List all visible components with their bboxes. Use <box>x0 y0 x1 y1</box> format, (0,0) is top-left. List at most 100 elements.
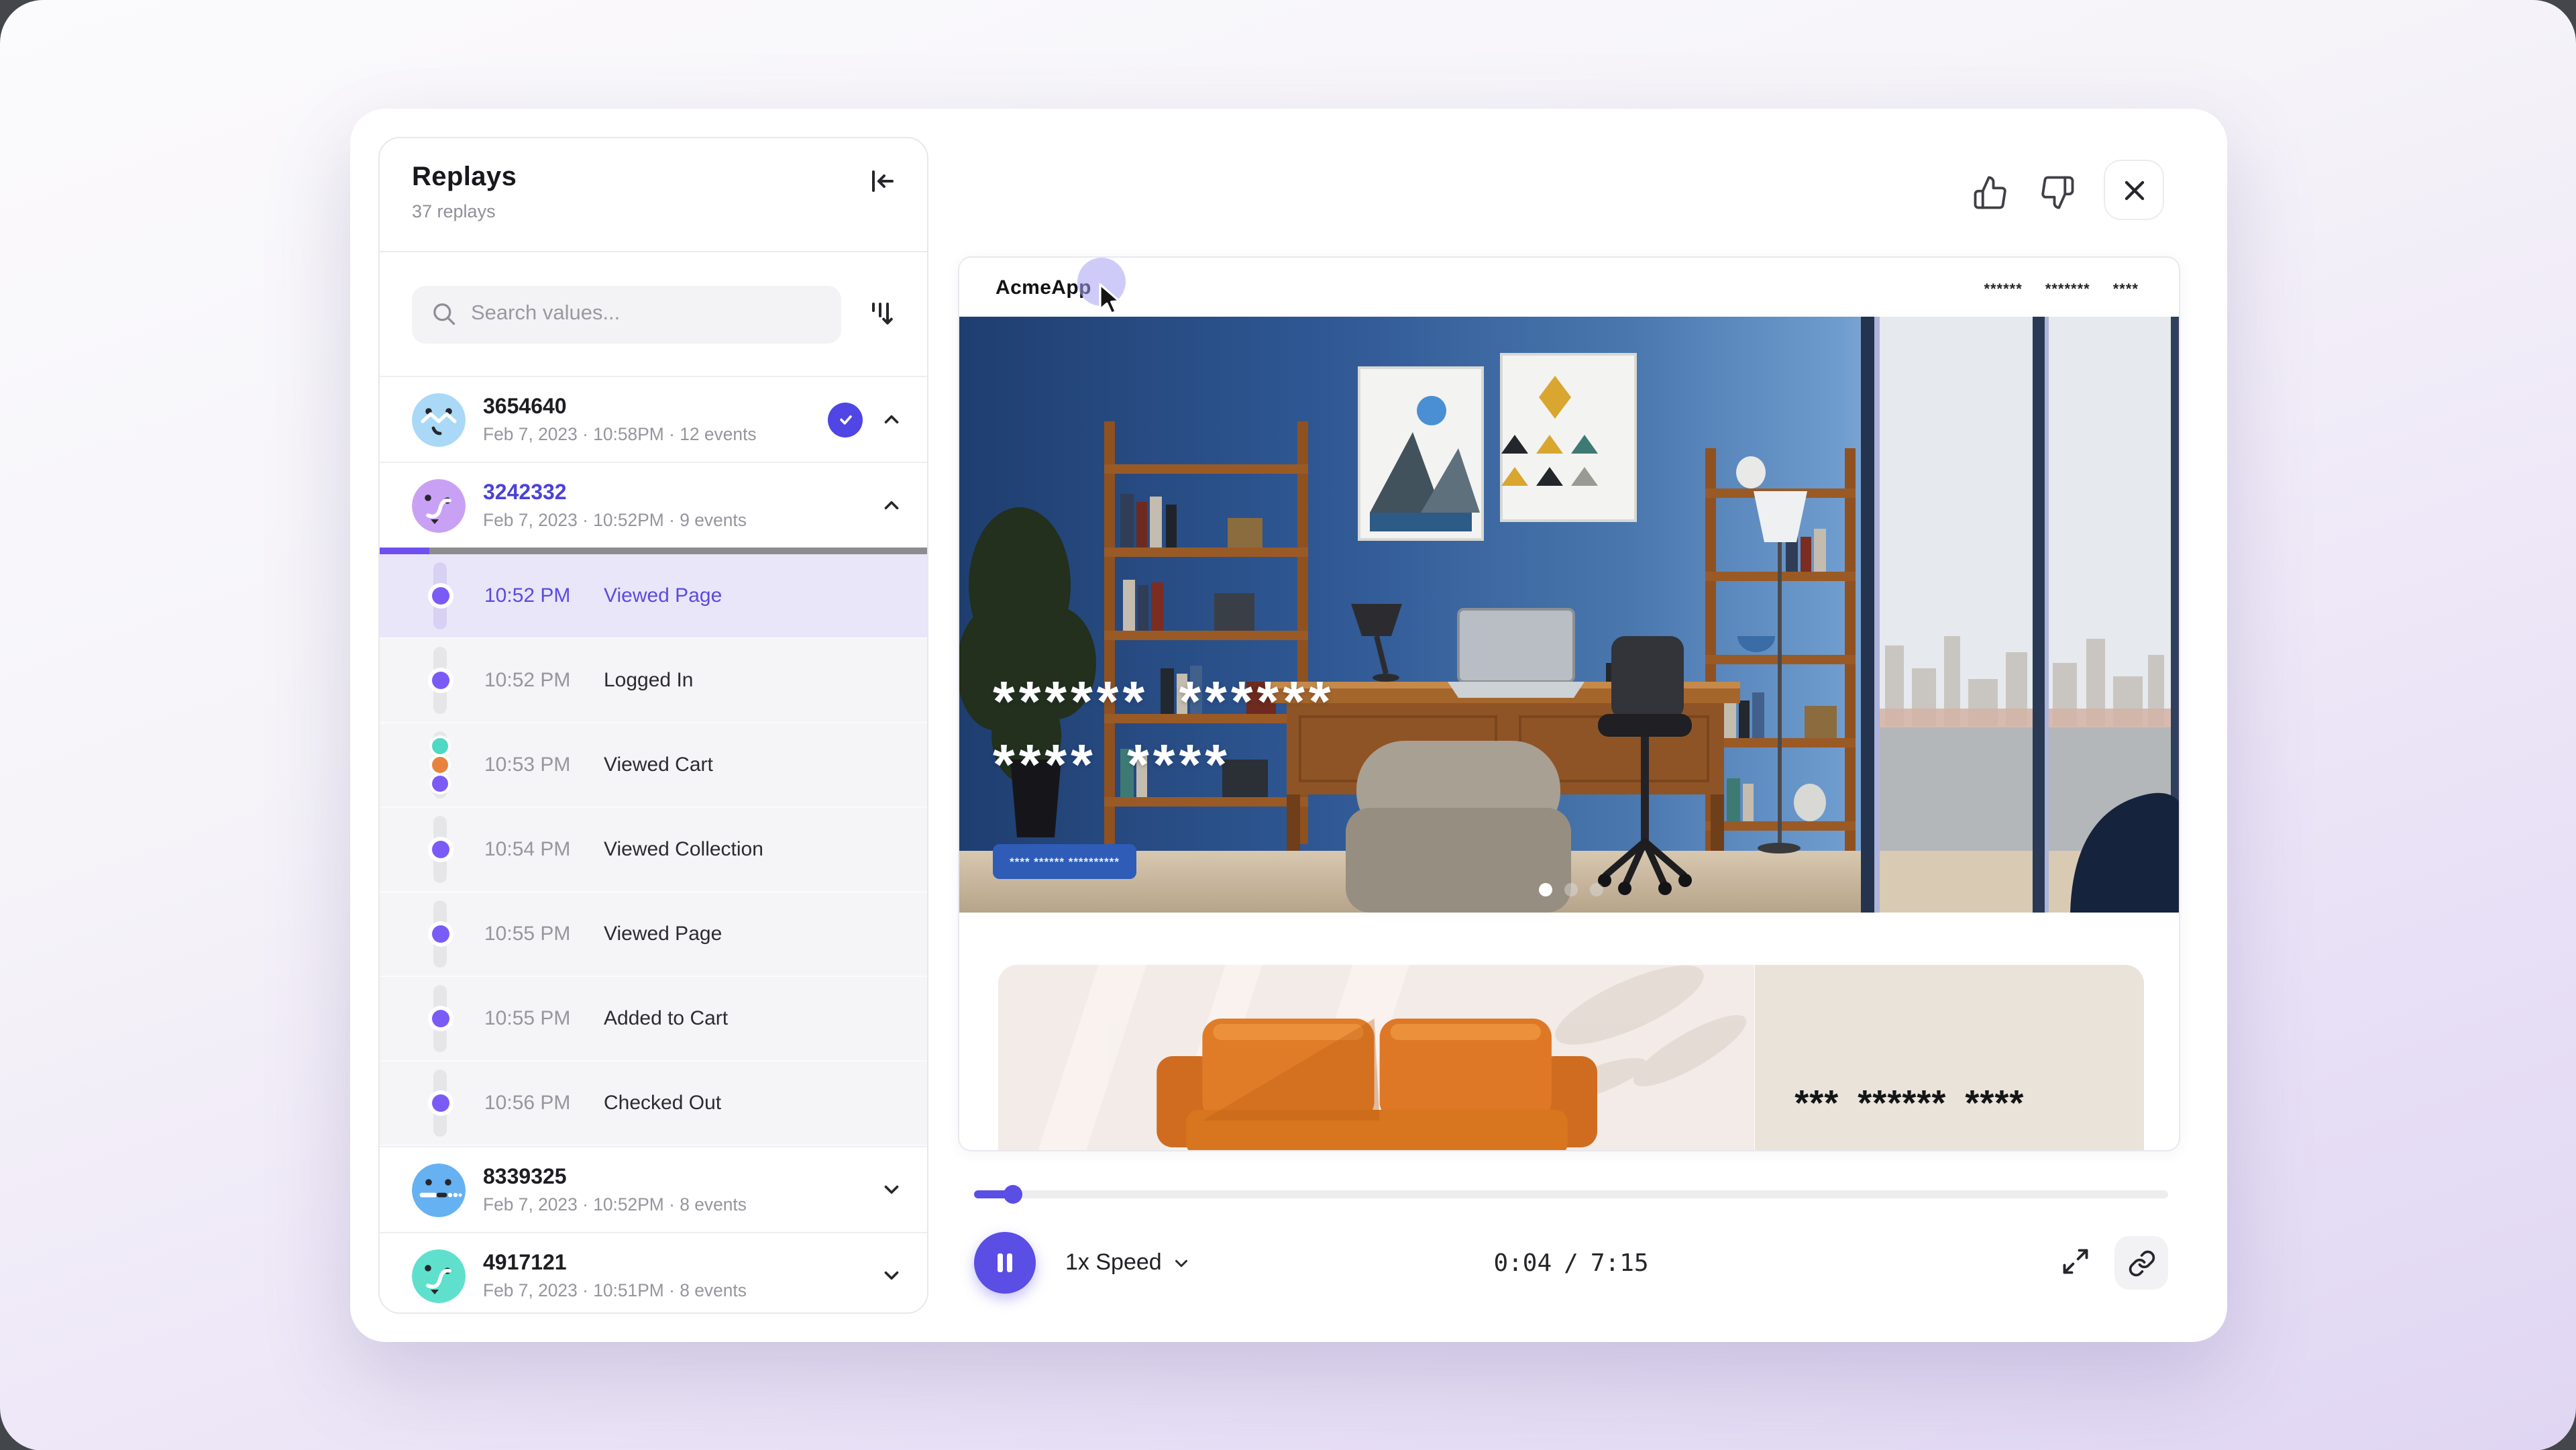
product-card: *** ****** **** <box>998 965 2144 1151</box>
event-time: 10:55 PM <box>484 1007 570 1030</box>
home-office-photo-illustration <box>959 317 2180 913</box>
thumbs-up-button[interactable] <box>1970 171 2011 209</box>
replay-count: 37 replays <box>412 201 517 221</box>
session-id: 3654640 <box>483 395 810 419</box>
check-icon <box>835 409 855 429</box>
masked-hero-line: ****** ****** <box>993 682 1335 722</box>
speed-selector[interactable]: 1x Speed <box>1065 1249 1191 1276</box>
player-controls: 1x Speed 0:04 / 7:15 <box>974 1232 2168 1294</box>
chevron-down-icon <box>1171 1253 1191 1273</box>
search-input[interactable]: Search values... <box>412 285 841 343</box>
link-icon <box>2127 1249 2155 1277</box>
replay-viewport: AcmeApp ****** ******* **** <box>958 256 2180 1151</box>
search-placeholder: Search values... <box>471 302 620 326</box>
time-separator: / <box>1564 1249 1578 1277</box>
playback-scrubber-handle[interactable] <box>1004 1185 1023 1204</box>
masked-nav-item: **** <box>2113 282 2139 298</box>
close-icon <box>2122 178 2146 202</box>
masked-cta-button: **** ****** ********** <box>993 844 1136 879</box>
thumbs-down-button[interactable] <box>2037 171 2078 209</box>
event-row[interactable]: 10:55 PM Added to Cart <box>380 977 927 1061</box>
chevron-down-icon[interactable] <box>880 1178 903 1201</box>
masked-hero-line: **** **** <box>993 745 1335 785</box>
event-timeline: 10:52 PM Viewed Page 10:52 PM Logged In <box>380 554 927 1146</box>
sofa-photo-illustration <box>998 965 1754 1151</box>
event-dot-icon <box>431 738 447 754</box>
watched-check-badge <box>828 402 863 437</box>
event-row[interactable]: 10:55 PM Viewed Page <box>380 892 927 977</box>
app-canvas: Replays 37 replays Search values... <box>0 0 2576 1450</box>
event-label: Viewed Page <box>604 584 722 607</box>
event-row[interactable]: 10:56 PM Checked Out <box>380 1061 927 1146</box>
thumbs-up-icon <box>1972 174 2008 210</box>
avatar <box>412 1249 466 1302</box>
session-meta: Feb 7, 2023 · 10:51PM · 8 events <box>483 1280 863 1300</box>
event-dot-icon <box>431 1094 449 1112</box>
session-meta: Feb 7, 2023 · 10:58PM · 12 events <box>483 423 810 444</box>
event-row[interactable]: 10:53 PM Viewed Cart <box>380 723 927 808</box>
time-current: 0:04 <box>1493 1249 1552 1277</box>
hero-section: ****** ****** **** **** **** ****** ****… <box>959 317 2180 913</box>
chevron-up-icon[interactable] <box>880 494 903 517</box>
event-time: 10:53 PM <box>484 754 570 776</box>
collapse-sidebar-button[interactable] <box>863 162 900 200</box>
masked-nav-item: ******* <box>2045 282 2090 298</box>
search-icon <box>431 301 458 327</box>
player-right-controls <box>2058 1236 2168 1290</box>
close-button[interactable] <box>2104 160 2164 220</box>
event-row[interactable]: 10:52 PM Logged In <box>380 639 927 723</box>
playback-progress-bar[interactable] <box>974 1190 2168 1198</box>
event-dot-icon <box>431 672 449 689</box>
masked-nav-item: ****** <box>1984 282 2022 298</box>
event-label: Viewed Cart <box>604 754 713 776</box>
time-total: 7:15 <box>1591 1249 1649 1277</box>
search-section: Search values... <box>380 252 927 376</box>
masked-hero-heading: ****** ****** **** **** <box>993 682 1335 785</box>
event-time: 10:54 PM <box>484 838 570 861</box>
event-dot-icon <box>431 841 449 858</box>
sort-descending-icon <box>865 298 898 330</box>
event-label: Viewed Collection <box>604 838 763 861</box>
product-card-panel: *** ****** **** <box>1754 965 2144 1151</box>
player-top-actions <box>1970 160 2164 220</box>
masked-card-caption: *** ****** **** <box>1794 1083 2024 1125</box>
event-dot-icon <box>431 757 447 773</box>
carousel-dot <box>1589 883 1603 896</box>
session-row-4917121[interactable]: 4917121 Feb 7, 2023 · 10:51PM · 8 events <box>380 1232 927 1314</box>
session-mini-progress[interactable] <box>380 548 927 554</box>
mouse-cursor-icon <box>1097 283 1128 317</box>
event-time: 10:52 PM <box>484 669 570 692</box>
pause-button[interactable] <box>974 1232 1036 1294</box>
session-row-8339325[interactable]: 8339325 Feb 7, 2023 · 10:52PM · 8 events <box>380 1146 927 1232</box>
event-row[interactable]: 10:54 PM Viewed Collection <box>380 808 927 892</box>
chevron-down-icon[interactable] <box>880 1264 903 1287</box>
pause-icon <box>993 1251 1017 1275</box>
chevron-up-icon[interactable] <box>880 408 903 431</box>
sort-button[interactable] <box>863 295 900 333</box>
copy-link-button[interactable] <box>2114 1236 2168 1290</box>
collapse-left-icon <box>865 165 898 197</box>
avatar <box>412 393 466 446</box>
event-row[interactable]: 10:52 PM Viewed Page <box>380 554 927 639</box>
event-dot-icon <box>431 776 447 792</box>
replays-sidebar: Replays 37 replays Search values... <box>378 137 928 1314</box>
speed-label: 1x Speed <box>1065 1249 1162 1276</box>
event-time: 10:52 PM <box>484 584 570 607</box>
replayed-site-nav: ****** ******* **** <box>1984 279 2139 295</box>
replay-modal: Replays 37 replays Search values... <box>350 109 2227 1342</box>
session-mini-progress-fill <box>380 548 429 554</box>
thumbs-down-icon <box>2039 174 2076 210</box>
session-meta: Feb 7, 2023 · 10:52PM · 8 events <box>483 1194 863 1214</box>
replayed-site-header: AcmeApp ****** ******* **** <box>959 258 2179 317</box>
session-list: 3654640 Feb 7, 2023 · 10:58PM · 12 event… <box>380 376 927 1314</box>
session-row-3242332[interactable]: 3242332 Feb 7, 2023 · 10:52PM · 9 events <box>380 462 927 548</box>
event-dot-icon <box>431 587 449 605</box>
event-dot-icon <box>431 925 449 943</box>
avatar <box>412 1163 466 1216</box>
expand-button[interactable] <box>2058 1244 2093 1282</box>
expand-icon <box>2061 1247 2090 1276</box>
session-id: 4917121 <box>483 1251 863 1276</box>
event-label: Checked Out <box>604 1092 721 1115</box>
session-row-3654640[interactable]: 3654640 Feb 7, 2023 · 10:58PM · 12 event… <box>380 376 927 462</box>
event-dot-icon <box>431 1010 449 1027</box>
